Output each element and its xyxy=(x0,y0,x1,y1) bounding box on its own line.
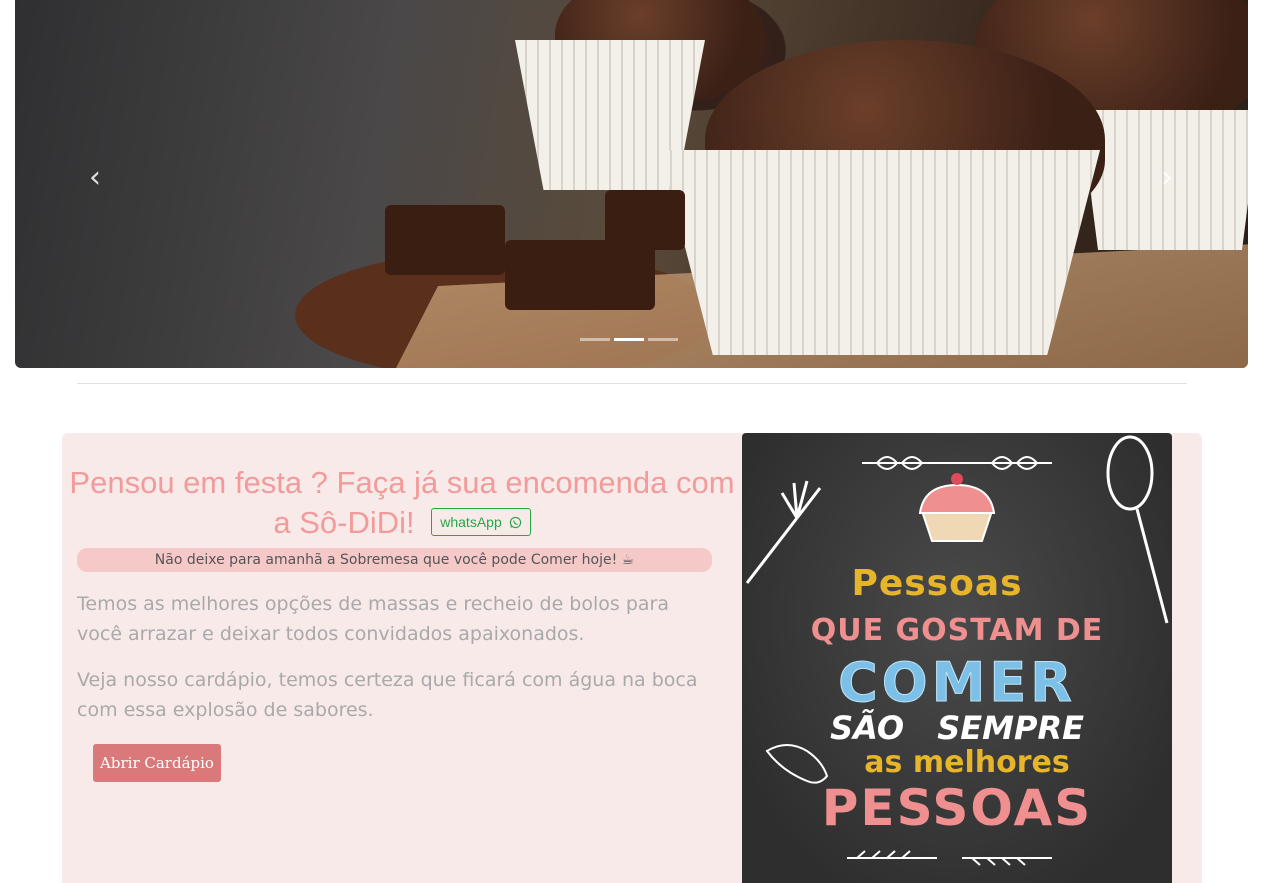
carousel-prev-button[interactable]: ‹ xyxy=(77,160,113,196)
poster-line-2: QUE GOSTAM DE xyxy=(810,613,1104,648)
promo-paragraph-1: Temos as melhores opções de massas e rec… xyxy=(77,593,669,645)
poster-line-1: Pessoas xyxy=(851,563,1023,604)
open-menu-button[interactable]: Abrir Cardápio xyxy=(93,744,221,782)
carousel-next-button[interactable]: › xyxy=(1149,160,1185,196)
whatsapp-button[interactable]: whatsApp xyxy=(431,507,531,536)
carousel-indicator[interactable] xyxy=(580,338,610,341)
chevron-right-icon: › xyxy=(1161,160,1173,195)
muffin-cup-main xyxy=(660,150,1100,355)
carousel-indicator[interactable] xyxy=(648,338,678,341)
headline-text: Pensou em festa ? Faça já sua encomenda … xyxy=(69,465,735,540)
cupcake-icon xyxy=(918,473,996,542)
whatsapp-icon xyxy=(509,516,521,529)
laurel-decoration-icon xyxy=(862,456,1052,470)
whatsapp-label: whatsApp xyxy=(440,513,502,530)
chocolate-piece xyxy=(605,190,685,250)
promo-headline: Pensou em festa ? Faça já sua encomenda … xyxy=(62,463,742,543)
poster-line-4: SÃO SEMPRE xyxy=(830,709,1084,747)
chalkboard-poster: Pessoas QUE GOSTAM DE COMER SÃO SEMPRE a… xyxy=(742,433,1172,883)
carousel-indicators xyxy=(580,338,678,341)
section-divider xyxy=(77,383,1187,384)
promo-card: Pensou em festa ? Faça já sua encomenda … xyxy=(62,433,1202,883)
promo-tagline: Não deixe para amanhã a Sobremesa que vo… xyxy=(77,548,712,572)
poster-line-5: as melhores xyxy=(864,745,1070,780)
chocolate-piece xyxy=(505,240,655,310)
carousel-indicator-active[interactable] xyxy=(614,338,644,341)
poster-line-3: COMER xyxy=(838,651,1076,715)
chevron-left-icon: ‹ xyxy=(89,160,101,195)
chocolate-piece xyxy=(385,205,505,275)
promo-paragraph-2: Veja nosso cardápio, temos certeza que f… xyxy=(77,669,698,721)
poster-line-6: PESSOAS xyxy=(821,779,1093,837)
leaf-doodle-icon xyxy=(847,850,1052,866)
hero-carousel: ‹ › xyxy=(15,0,1248,368)
